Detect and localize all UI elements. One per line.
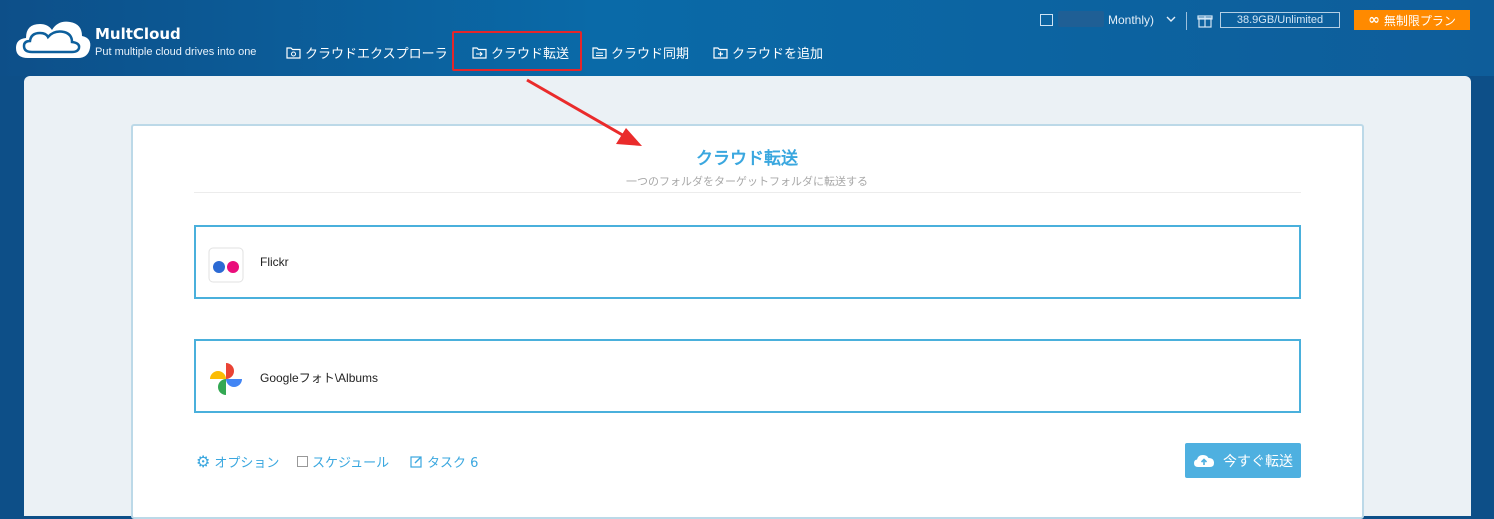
plan-text[interactable]: Monthly)	[1108, 13, 1154, 27]
unlimited-plan-label: 無制限プラン	[1383, 13, 1456, 28]
account-name-blurred[interactable]	[1058, 11, 1104, 27]
schedule-checkbox[interactable]	[297, 455, 308, 467]
schedule-button[interactable]: スケジュール	[297, 452, 390, 471]
unlimited-plan-button[interactable]: ∞ 無制限プラン	[1354, 10, 1470, 30]
nav-highlight-box	[452, 31, 582, 71]
nav-label: クラウド同期	[611, 46, 690, 62]
chart-icon[interactable]	[1040, 14, 1053, 26]
gear-folder-icon	[286, 46, 301, 59]
source-cloud-selector[interactable]: Flickr	[194, 225, 1301, 299]
page-subtitle: 一つのフォルダをターゲットフォルダに転送する	[626, 175, 868, 188]
gear-icon: ⚙	[196, 451, 211, 471]
brand-name[interactable]: MultCloud	[95, 25, 181, 43]
chevron-down-icon[interactable]	[1165, 14, 1177, 24]
source-cloud-label: Flickr	[260, 255, 289, 269]
nav-cloud-explorer[interactable]: クラウドエクスプローラ	[286, 42, 448, 62]
options-label: オプション	[214, 455, 280, 471]
nav-label: クラウドを追加	[732, 46, 824, 62]
sync-folder-icon	[592, 46, 607, 59]
multcloud-logo-icon[interactable]	[14, 14, 94, 66]
target-cloud-selector[interactable]: Googleフォト\Albums	[194, 339, 1301, 413]
add-folder-icon	[713, 46, 728, 59]
storage-usage[interactable]: 38.9GB/Unlimited	[1220, 12, 1340, 28]
page-title: クラウド転送	[696, 149, 798, 169]
options-button[interactable]: ⚙ オプション	[196, 451, 280, 471]
nav-cloud-sync[interactable]: クラウド同期	[592, 42, 689, 62]
cloud-upload-icon	[1194, 454, 1214, 467]
task-label: タスク 6	[427, 455, 479, 471]
nav-add-cloud[interactable]: クラウドを追加	[713, 42, 823, 62]
transfer-now-button[interactable]: 今すぐ転送	[1185, 443, 1301, 478]
top-navigation-bar: MultCloud Put multiple cloud drives into…	[0, 0, 1494, 76]
brand-tagline: Put multiple cloud drives into one	[95, 46, 257, 58]
target-cloud-label: Googleフォト\Albums	[260, 371, 379, 385]
title-divider	[194, 192, 1301, 193]
nav-label: クラウドエクスプローラ	[305, 46, 448, 62]
infinity-icon: ∞	[1368, 12, 1380, 28]
flickr-icon	[208, 247, 244, 283]
header-divider	[1186, 12, 1187, 30]
edit-icon	[410, 455, 422, 468]
task-name-button[interactable]: タスク 6	[410, 452, 479, 471]
schedule-label: スケジュール	[312, 455, 390, 471]
transfer-now-label: 今すぐ転送	[1223, 453, 1293, 470]
gift-icon[interactable]	[1197, 12, 1213, 28]
google-photos-icon	[210, 363, 242, 395]
